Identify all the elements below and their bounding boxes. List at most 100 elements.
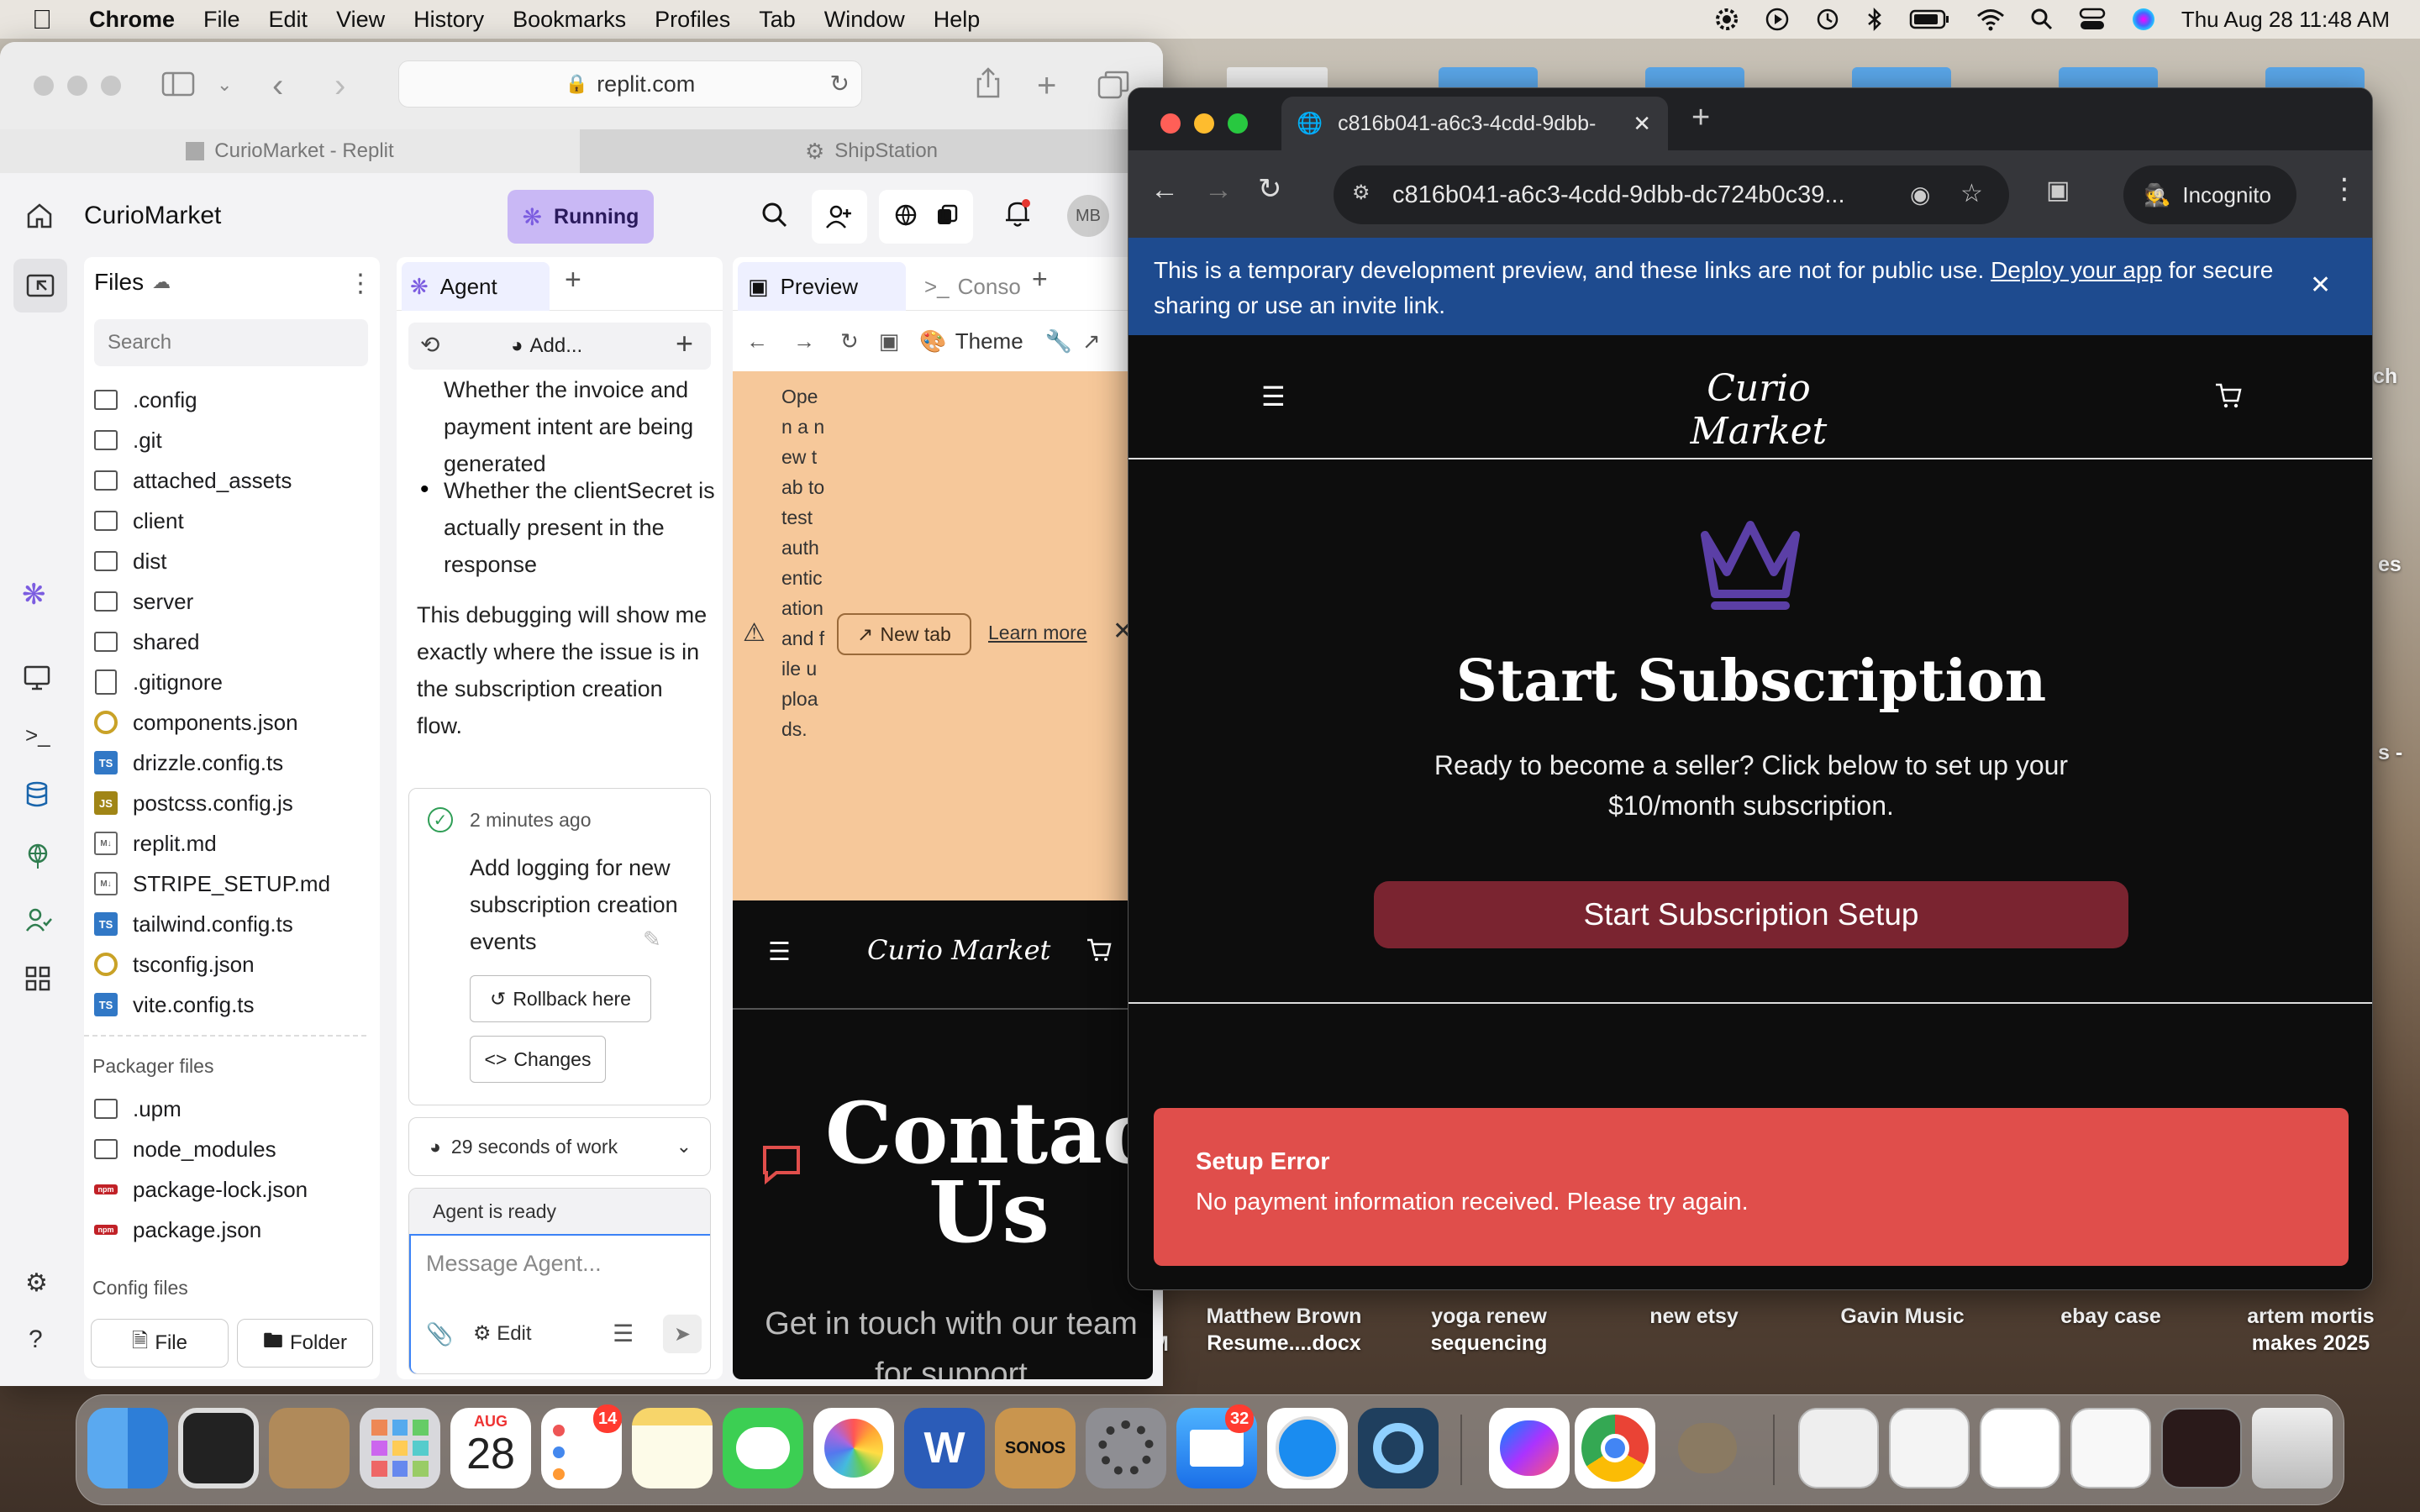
forward-icon[interactable]: › — [334, 67, 345, 105]
window-minimize-button[interactable] — [1194, 113, 1214, 134]
file-tree-item[interactable]: .upm — [94, 1089, 371, 1129]
spotlight-search-icon[interactable] — [2030, 8, 2054, 31]
add-tab-icon[interactable]: + — [1032, 264, 1048, 295]
reload-icon[interactable]: ↻ — [830, 70, 850, 97]
avatar[interactable]: MB — [1067, 195, 1109, 237]
finder-icon[interactable] — [87, 1408, 168, 1488]
chevron-down-icon[interactable]: ⌄ — [217, 74, 232, 96]
quicktime-icon[interactable] — [1358, 1408, 1439, 1488]
reload-icon[interactable]: ↻ — [840, 328, 859, 354]
recent-window-thumbnail[interactable] — [1798, 1408, 1879, 1488]
messages-icon[interactable] — [723, 1408, 803, 1488]
deploy-buttons[interactable] — [879, 190, 973, 244]
file-tree-item[interactable]: npm package.json — [94, 1210, 371, 1250]
bluetooth-icon[interactable] — [1865, 7, 1884, 32]
menu-item-view[interactable]: View — [336, 7, 385, 33]
cart-icon[interactable] — [1086, 937, 1113, 967]
back-arrow-icon[interactable]: ← — [746, 328, 768, 354]
forward-arrow-icon[interactable]: → — [1204, 174, 1233, 207]
trash-icon[interactable] — [2252, 1408, 2333, 1488]
desktop-folder-gavin[interactable]: Gavin Music — [1818, 1303, 1986, 1330]
history-icon[interactable]: ⟲ — [420, 331, 439, 359]
send-icon[interactable]: ➤ — [663, 1315, 702, 1353]
menu-item-window[interactable]: Window — [824, 7, 905, 33]
sliders-icon[interactable]: ☰ — [613, 1320, 634, 1347]
desktop-folder-artem[interactable]: artem mortis makes 2025 — [2227, 1303, 2395, 1357]
new-folder-button[interactable]: 🖿 Folder — [237, 1319, 373, 1368]
time-machine-icon[interactable] — [1815, 7, 1840, 32]
file-tree-item[interactable]: TS tailwind.config.ts — [94, 904, 371, 944]
back-icon[interactable]: ‹ — [272, 67, 283, 105]
file-tree-item[interactable]: tsconfig.json — [94, 944, 371, 984]
recent-window-thumbnail[interactable] — [2161, 1408, 2242, 1488]
file-tree-item[interactable]: components.json — [94, 702, 371, 743]
tab-shipstation[interactable]: ⚙ ShipStation — [580, 129, 1163, 173]
new-file-button[interactable]: 🗎 File — [91, 1319, 229, 1368]
device-icon[interactable]: ▣ — [879, 328, 900, 354]
more-vertical-icon[interactable]: ⋮ — [2330, 172, 2359, 206]
sonos-icon[interactable]: SONOS — [995, 1408, 1076, 1488]
deploy-app-link[interactable]: Deploy your app — [1991, 257, 2162, 283]
close-banner-icon[interactable]: ✕ — [2310, 268, 2331, 303]
safari-icon[interactable] — [1267, 1408, 1348, 1488]
learn-more-link[interactable]: Learn more — [988, 622, 1087, 644]
theme-button[interactable]: Theme — [955, 328, 1023, 354]
window-zoom-button[interactable] — [101, 76, 121, 96]
users-icon[interactable] — [25, 907, 52, 932]
window-zoom-button[interactable] — [1228, 113, 1248, 134]
control-center-icon[interactable] — [2079, 8, 2106, 31]
new-chat-plus-icon[interactable]: + — [676, 326, 693, 361]
file-tree-item[interactable]: M↓ STRIPE_SETUP.md — [94, 864, 371, 904]
menu-item-edit[interactable]: Edit — [269, 7, 308, 33]
add-context-button[interactable]: ◕ Add... — [511, 334, 582, 358]
changes-button[interactable]: <> Changes — [470, 1036, 606, 1083]
file-tree-item[interactable]: attached_assets — [94, 460, 371, 501]
file-tree-item[interactable]: node_modules — [94, 1129, 371, 1169]
file-tree-item[interactable]: TS vite.config.ts — [94, 984, 371, 1025]
microsoft-word-icon[interactable]: W — [904, 1408, 985, 1488]
battery-icon[interactable] — [1909, 8, 1951, 30]
address-bar[interactable]: 🔒 replit.com ↻ — [398, 60, 862, 108]
file-tree-item[interactable]: npm package-lock.json — [94, 1169, 371, 1210]
recent-window-thumbnail[interactable] — [1889, 1408, 1970, 1488]
agent-message-field[interactable]: Message Agent... 📎 ⚙ Edit ☰ ➤ — [409, 1234, 710, 1373]
help-icon[interactable]: ? — [29, 1326, 43, 1354]
photos-icon[interactable] — [813, 1408, 894, 1488]
pencil-icon[interactable]: ✎ — [643, 927, 661, 953]
menubar-clock[interactable]: Thu Aug 28 11:48 AM — [2181, 7, 2390, 33]
play-circle-icon[interactable] — [1765, 7, 1790, 32]
tab-overview-icon[interactable] — [1097, 71, 1129, 99]
edit-mode-button[interactable]: ⚙ Edit — [473, 1321, 532, 1346]
hamburger-menu-icon[interactable]: ☰ — [768, 937, 791, 967]
preview-site-logo[interactable]: Curio Market — [867, 934, 1050, 966]
tab-curiomarket-replit[interactable]: CurioMarket - Replit — [0, 129, 580, 173]
tab-agent[interactable]: ❋ Agent — [402, 262, 550, 311]
file-tree-item[interactable]: M↓ replit.md — [94, 823, 371, 864]
menu-item-help[interactable]: Help — [934, 7, 981, 33]
menu-item-history[interactable]: History — [413, 7, 484, 33]
cast-icon[interactable]: ▣ — [2046, 176, 2070, 205]
paperclip-icon[interactable]: 📎 — [426, 1321, 453, 1347]
siri-icon[interactable] — [2131, 7, 2156, 32]
share-icon[interactable] — [975, 67, 1002, 99]
menu-app-name[interactable]: Chrome — [89, 7, 175, 33]
notes-icon[interactable] — [632, 1408, 713, 1488]
desktop-folder-ebay[interactable]: ebay case — [2027, 1303, 2195, 1330]
desktop-folder-etsy[interactable]: new etsy — [1610, 1303, 1778, 1330]
screen-sharing-icon[interactable] — [178, 1408, 259, 1488]
site-logo[interactable]: Curio Market — [1633, 367, 1885, 453]
cart-icon[interactable] — [2214, 382, 2243, 413]
contacts-icon[interactable] — [269, 1408, 350, 1488]
file-tree-item[interactable]: .git — [94, 420, 371, 460]
file-tree-item[interactable]: server — [94, 581, 371, 622]
palette-icon[interactable]: 🎨 — [919, 328, 946, 354]
apps-grid-icon[interactable] — [25, 966, 50, 991]
external-link-icon[interactable]: ↗ — [1082, 328, 1101, 354]
window-minimize-button[interactable] — [67, 76, 87, 96]
project-title[interactable]: CurioMarket — [84, 202, 221, 230]
files-panel-icon[interactable] — [13, 259, 67, 312]
messenger-icon[interactable] — [1489, 1408, 1570, 1488]
rollback-button[interactable]: ↺ Rollback here — [470, 975, 651, 1022]
launchpad-icon[interactable] — [360, 1408, 440, 1488]
hamburger-menu-icon[interactable]: ☰ — [1261, 381, 1286, 412]
